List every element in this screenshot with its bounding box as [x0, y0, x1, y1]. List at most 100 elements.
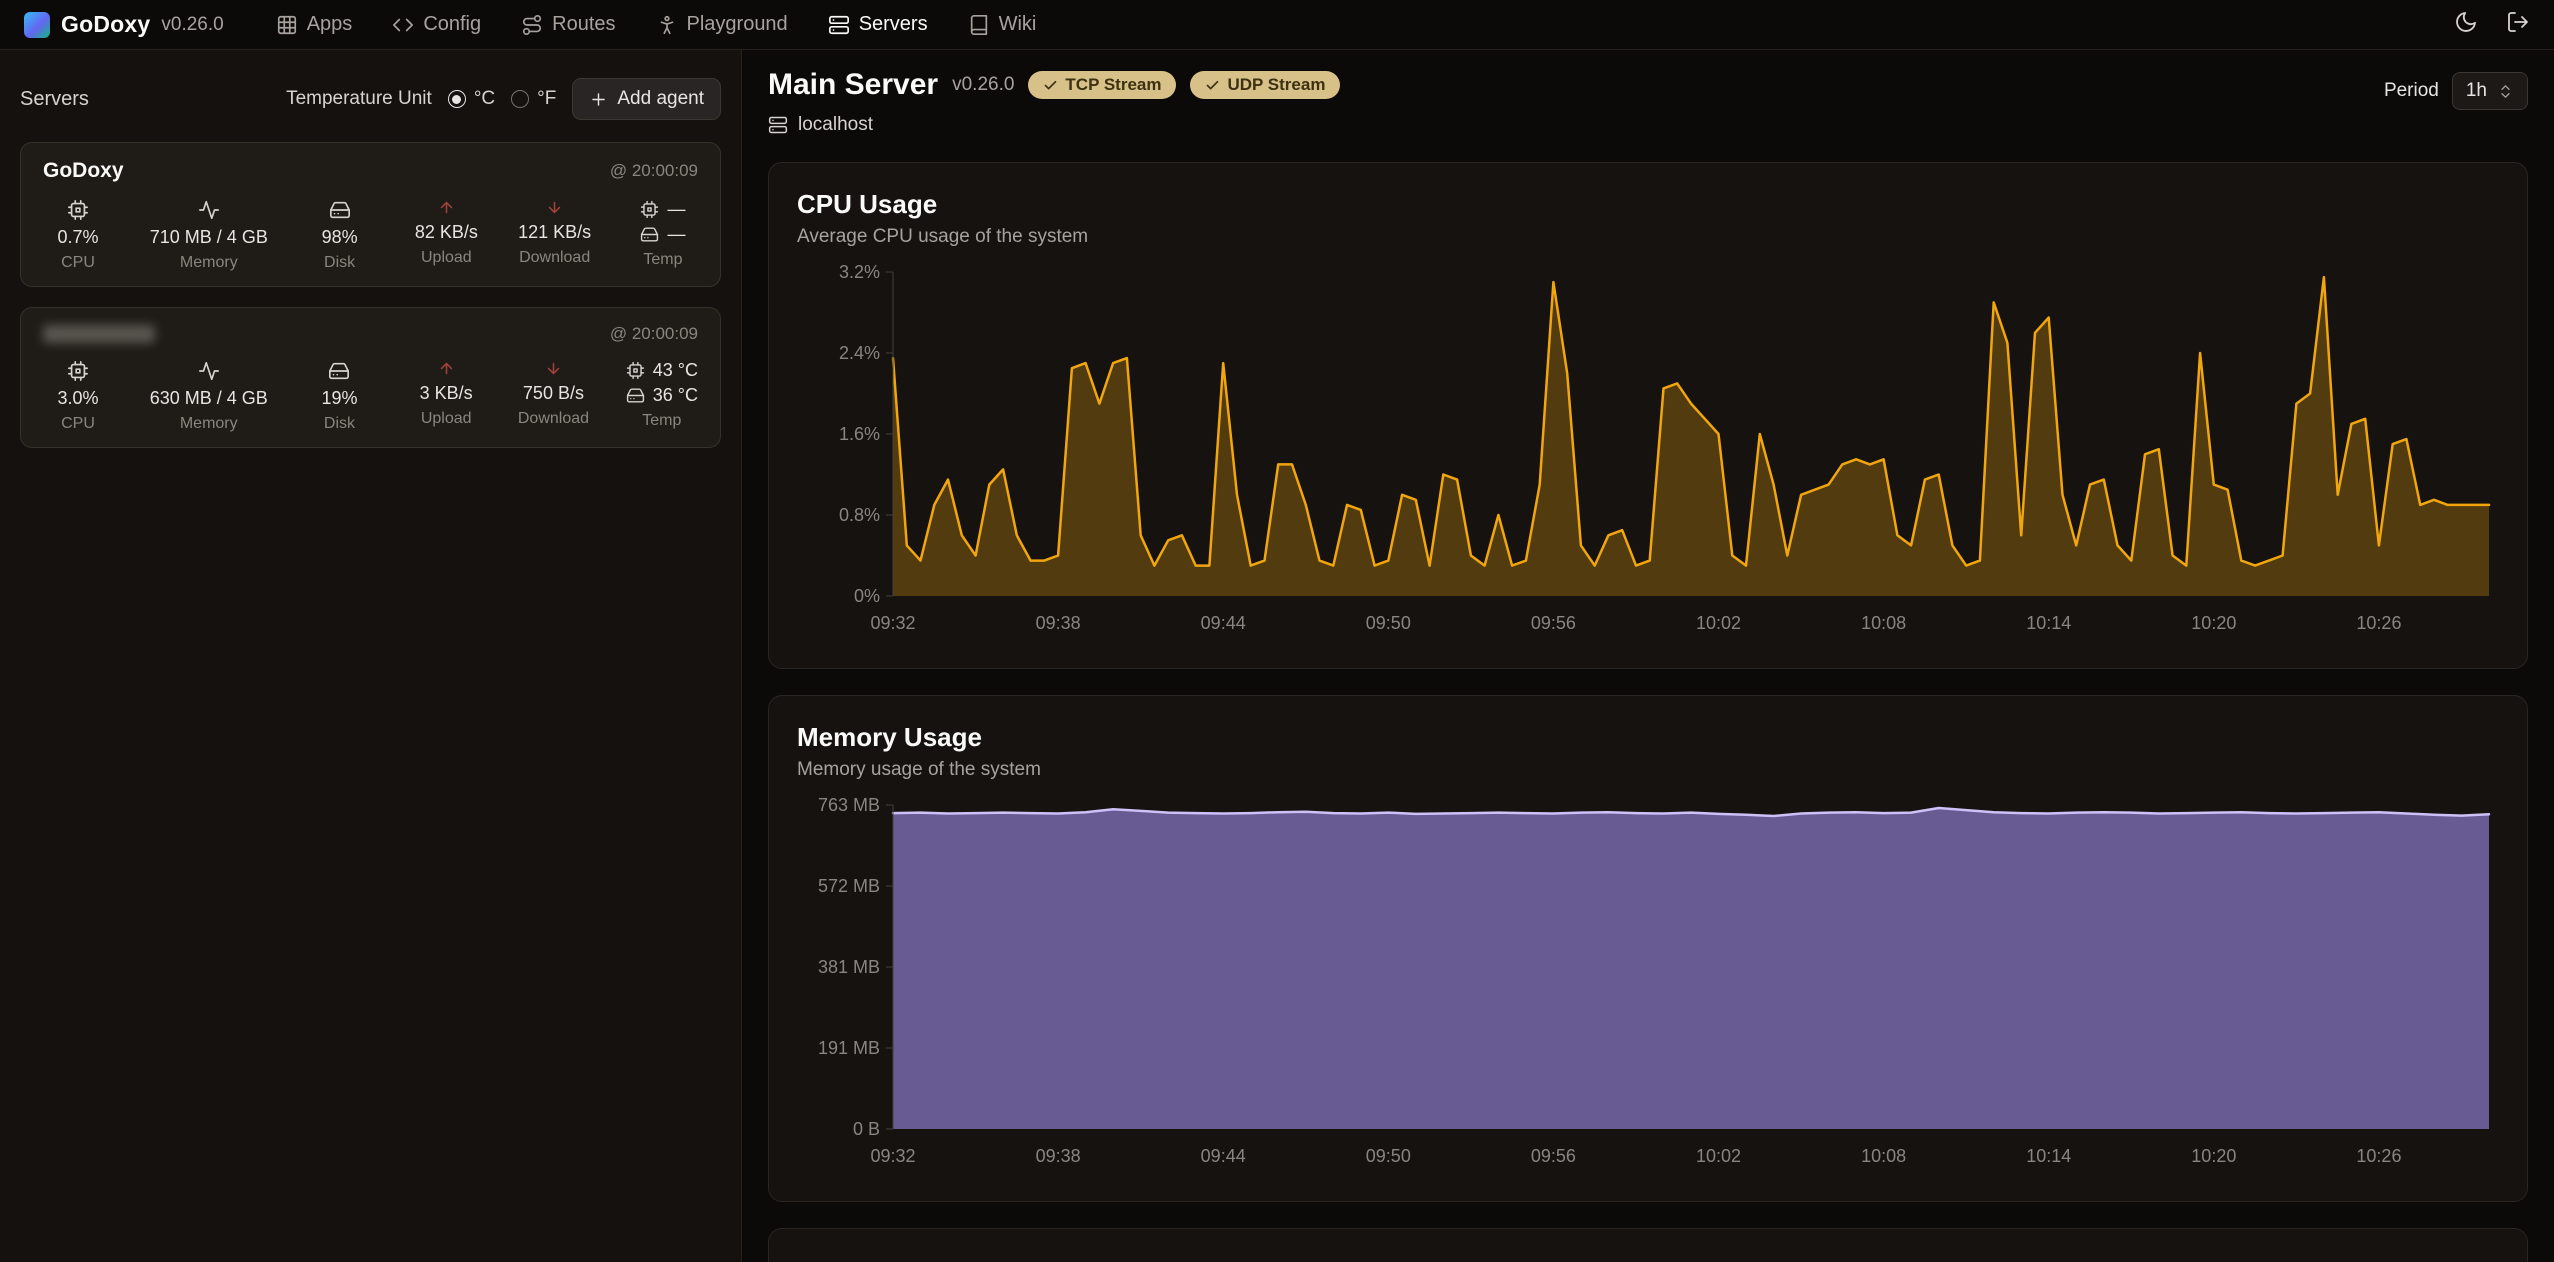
svg-text:763 MB: 763 MB [818, 795, 880, 815]
nav-item-wiki[interactable]: Wiki [968, 13, 1037, 36]
main-nav: Apps Config Routes Playground Servers Wi… [276, 13, 1037, 36]
disk-temp-value: 36 °C [653, 385, 698, 406]
cpu-chart-subtitle: Average CPU usage of the system [797, 226, 2499, 248]
svg-text:09:32: 09:32 [870, 613, 915, 633]
upload-label: Upload [421, 410, 472, 428]
host-name: localhost [798, 114, 873, 136]
temp-readings: — — [640, 199, 685, 245]
memory-value: 630 MB / 4 GB [150, 388, 268, 409]
server-card-header: @ 20:00:09 [43, 324, 698, 344]
plus-icon [589, 90, 608, 109]
disk-temp-value: — [667, 224, 685, 245]
period-control: Period 1h [2384, 72, 2528, 110]
server-icon [768, 115, 788, 135]
activity-icon [198, 360, 220, 382]
top-navbar: GoDoxy v0.26.0 Apps Config Routes Playgr… [0, 0, 2554, 50]
temp-label: Temp [643, 251, 682, 269]
server-version: v0.26.0 [952, 74, 1014, 96]
svg-text:10:08: 10:08 [1861, 613, 1906, 633]
nav-item-playground[interactable]: Playground [656, 13, 788, 36]
udp-stream-label: UDP Stream [1227, 75, 1325, 95]
download-label: Download [518, 410, 589, 428]
server-card-header: GoDoxy @ 20:00:09 [43, 159, 698, 183]
svg-text:10:20: 10:20 [2191, 613, 2236, 633]
server-card-redacted[interactable]: @ 20:00:09 3.0% CPU 630 MB / 4 GB Memory… [20, 307, 721, 448]
memory-chart-subtitle: Memory usage of the system [797, 759, 2499, 781]
upload-value: 3 KB/s [420, 383, 473, 404]
server-card-godoxy[interactable]: GoDoxy @ 20:00:09 0.7% CPU 710 MB / 4 GB… [20, 142, 721, 287]
server-icon [828, 14, 850, 36]
cpu-usage-card: CPU Usage Average CPU usage of the syste… [768, 162, 2528, 669]
period-value: 1h [2466, 80, 2487, 102]
stat-cpu: 0.7% CPU [43, 199, 113, 272]
memory-value: 710 MB / 4 GB [150, 227, 268, 248]
arrow-down-icon [545, 360, 562, 377]
add-agent-button[interactable]: Add agent [572, 78, 721, 120]
main-header-left: Main Server v0.26.0 TCP Stream UDP Strea… [768, 68, 1340, 136]
radio-unselected-icon [511, 90, 529, 108]
disk-value: 19% [321, 388, 357, 409]
stat-temp: 43 °C 36 °C Temp [626, 360, 698, 430]
upload-label: Upload [421, 249, 472, 267]
cpu-label: CPU [61, 254, 95, 272]
stat-temp: — — Temp [628, 199, 698, 269]
server-timestamp: @ 20:00:09 [610, 161, 698, 181]
check-icon [1043, 78, 1058, 93]
nav-item-servers[interactable]: Servers [828, 13, 928, 36]
download-value: 121 KB/s [518, 222, 591, 243]
server-stats-row: 0.7% CPU 710 MB / 4 GB Memory 98% Disk 8… [43, 199, 698, 272]
memory-chart-title: Memory Usage [797, 722, 2499, 753]
sidebar-header: Servers Temperature Unit °C °F Add agent [0, 50, 741, 142]
stat-cpu: 3.0% CPU [43, 360, 113, 433]
temp-label: Temp [642, 412, 681, 430]
period-select[interactable]: 1h [2452, 72, 2528, 110]
stat-download: 750 B/s Download [518, 360, 589, 428]
brand-name: GoDoxy [61, 11, 150, 38]
arrow-up-icon [438, 199, 455, 216]
brand-version: v0.26.0 [161, 14, 223, 36]
cpu-temp-value: — [667, 199, 685, 220]
theme-toggle-button[interactable] [2454, 10, 2478, 39]
tcp-stream-label: TCP Stream [1065, 75, 1161, 95]
cpu-chart-title: CPU Usage [797, 189, 2499, 220]
cpu-label: CPU [61, 415, 95, 433]
nav-label-config: Config [423, 13, 481, 36]
page-title: Main Server [768, 68, 938, 102]
cpu-value: 3.0% [57, 388, 98, 409]
svg-text:10:14: 10:14 [2026, 613, 2071, 633]
memory-label: Memory [180, 254, 238, 272]
cpu-usage-chart: 0%0.8%1.6%2.4%3.2%09:3209:3809:4409:5009… [797, 262, 2499, 642]
svg-text:09:50: 09:50 [1366, 613, 1411, 633]
svg-text:09:44: 09:44 [1201, 613, 1246, 633]
cpu-temp-row: — [640, 199, 685, 220]
fahrenheit-radio[interactable]: °F [511, 88, 556, 110]
cpu-temp-value: 43 °C [653, 360, 698, 381]
nav-label-playground: Playground [687, 13, 788, 36]
svg-text:09:38: 09:38 [1036, 613, 1081, 633]
main-panel: Main Server v0.26.0 TCP Stream UDP Strea… [742, 50, 2554, 1262]
nav-item-apps[interactable]: Apps [276, 13, 353, 36]
svg-text:10:26: 10:26 [2356, 613, 2401, 633]
svg-text:10:02: 10:02 [1696, 1146, 1741, 1166]
logout-button[interactable] [2506, 10, 2530, 39]
memory-usage-card: Memory Usage Memory usage of the system … [768, 695, 2528, 1202]
svg-text:0.8%: 0.8% [839, 505, 880, 525]
nav-item-routes[interactable]: Routes [521, 13, 615, 36]
sidebar-title: Servers [20, 88, 89, 111]
person-icon [656, 14, 678, 36]
arrow-up-icon [438, 360, 455, 377]
route-icon [521, 14, 543, 36]
svg-text:09:38: 09:38 [1036, 1146, 1081, 1166]
navbar-right-controls [2454, 10, 2530, 39]
godoxy-logo-icon [24, 12, 50, 38]
cpu-temp-row: 43 °C [626, 360, 698, 381]
tcp-stream-badge: TCP Stream [1028, 71, 1176, 99]
udp-stream-badge: UDP Stream [1190, 71, 1340, 99]
add-agent-label: Add agent [617, 88, 704, 110]
celsius-radio[interactable]: °C [448, 88, 495, 110]
svg-text:09:32: 09:32 [870, 1146, 915, 1166]
cpu-value: 0.7% [57, 227, 98, 248]
brand[interactable]: GoDoxy v0.26.0 [24, 11, 224, 38]
nav-item-config[interactable]: Config [392, 13, 481, 36]
svg-text:09:56: 09:56 [1531, 613, 1576, 633]
